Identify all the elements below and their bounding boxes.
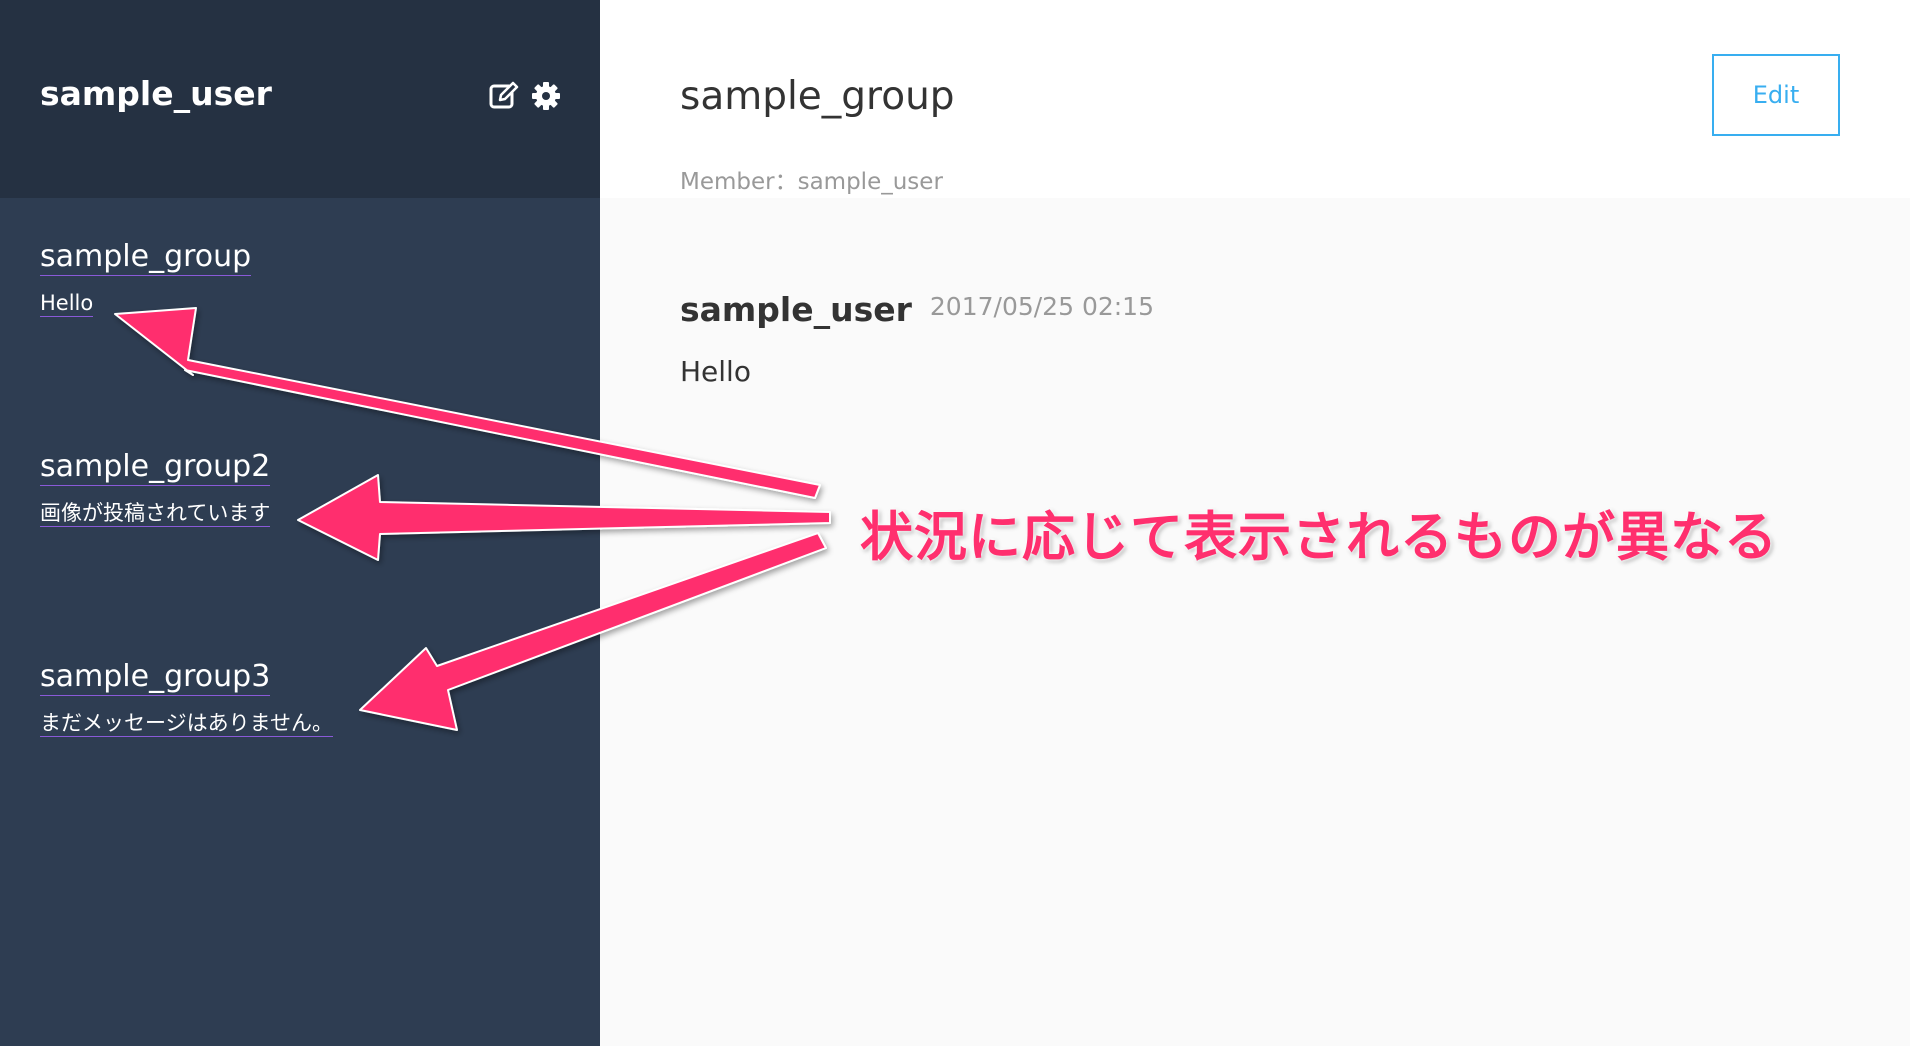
group-name[interactable]: sample_group2 xyxy=(40,449,271,486)
edit-button[interactable]: Edit xyxy=(1712,54,1840,136)
member-list: Member：sample_user xyxy=(680,169,943,195)
group-list-item[interactable]: sample_group Hello xyxy=(40,239,252,317)
sidebar-header: sample_user xyxy=(0,0,600,198)
annotation-caption: 状況に応じて表示されるものが異なる xyxy=(860,507,1778,568)
group-list-item[interactable]: sample_group3 まだメッセージはありません。 xyxy=(40,659,333,737)
edit-icon[interactable] xyxy=(488,80,520,112)
group-title: sample_group xyxy=(680,74,955,119)
group-name[interactable]: sample_group xyxy=(40,239,252,276)
message: sample_user 2017/05/25 02:15 Hello xyxy=(680,290,1154,388)
group-last-message[interactable]: まだメッセージはありません。 xyxy=(40,710,333,737)
message-user-name: sample_user xyxy=(680,290,912,329)
group-name[interactable]: sample_group3 xyxy=(40,659,271,696)
group-last-message[interactable]: 画像が投稿されています xyxy=(40,500,271,527)
group-last-message[interactable]: Hello xyxy=(40,290,94,317)
message-timestamp: 2017/05/25 02:15 xyxy=(929,292,1154,321)
group-list-item[interactable]: sample_group2 画像が投稿されています xyxy=(40,449,271,527)
sidebar: sample_user sample_group Hello sample_gr… xyxy=(0,0,600,1046)
header-icons xyxy=(488,80,562,112)
chat-app: sample_user sample_group Hello sample_gr… xyxy=(0,0,1910,1046)
chat-header: sample_group Member：sample_user Edit xyxy=(600,0,1910,198)
current-user-name: sample_user xyxy=(40,74,272,113)
gear-icon[interactable] xyxy=(530,80,562,112)
message-text: Hello xyxy=(680,355,751,388)
